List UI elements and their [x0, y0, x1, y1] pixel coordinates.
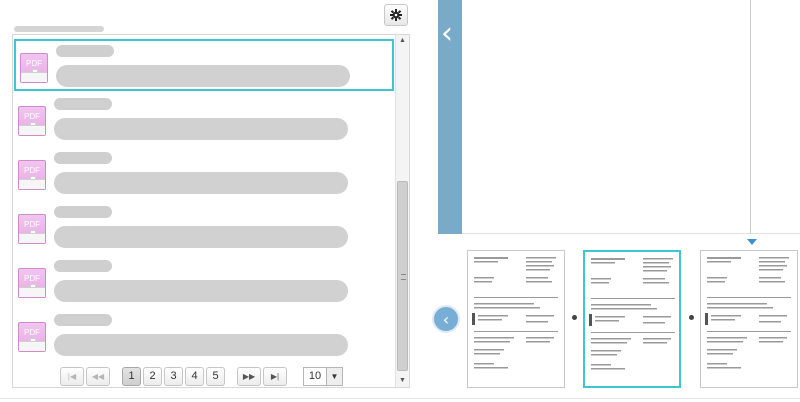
gear-icon	[390, 9, 402, 21]
pdf-icon-label: PDF	[24, 112, 40, 121]
list-scrollbar[interactable]: ▲ ▼	[395, 35, 409, 387]
thumbnails-previous-button[interactable]: ‹	[432, 305, 460, 333]
pdf-icon-label: PDF	[24, 274, 40, 283]
last-page-button[interactable]: ▶|	[263, 366, 287, 386]
list-item[interactable]: PDF	[14, 256, 394, 308]
page-size-select[interactable]: 10 ▼	[303, 366, 343, 386]
collapse-viewer-button[interactable]: ‹	[438, 0, 462, 234]
page-5-button[interactable]: 5	[206, 366, 225, 386]
redacted-title	[56, 45, 114, 57]
page-3-button[interactable]: 3	[164, 366, 183, 386]
redacted-description	[56, 65, 350, 87]
page-thumbnail-selected[interactable]	[583, 250, 681, 388]
redacted-title	[54, 152, 112, 164]
list-item[interactable]: PDF	[14, 94, 394, 146]
redacted-description	[54, 280, 348, 302]
next-page-button[interactable]: ▶▶	[237, 366, 261, 386]
chevron-left-icon: ‹	[441, 16, 453, 51]
document-page-preview	[472, 257, 558, 369]
viewer-divider	[750, 0, 751, 234]
pdf-file-icon: PDF	[18, 268, 46, 298]
list-item[interactable]: PDF	[14, 202, 394, 254]
page-thumbnail[interactable]	[467, 250, 565, 388]
page-1-button[interactable]: 1	[122, 366, 141, 386]
document-page-preview	[705, 257, 791, 369]
chevron-down-icon: ▼	[326, 367, 342, 385]
settings-button[interactable]	[384, 4, 408, 26]
pdf-icon-label: PDF	[26, 59, 42, 68]
list-header-partial	[14, 24, 104, 34]
current-thumbnail-marker-icon	[747, 239, 757, 245]
redacted-title	[54, 98, 112, 110]
pdf-file-icon: PDF	[18, 160, 46, 190]
page-thumbnail[interactable]	[700, 250, 798, 388]
redacted-description	[54, 226, 348, 248]
scroll-up-arrow-icon[interactable]: ▲	[396, 35, 409, 47]
pdf-file-icon: PDF	[18, 322, 46, 352]
list-item[interactable]: PDF	[14, 39, 394, 91]
bottom-divider	[0, 398, 800, 399]
chevron-left-icon: ‹	[442, 309, 450, 329]
pdf-icon-label: PDF	[24, 166, 40, 175]
document-list: PDF PDF PDF PDF PDF PDF	[13, 35, 395, 387]
pdf-file-icon: PDF	[18, 106, 46, 136]
thumbnail-separator	[689, 315, 694, 320]
list-item[interactable]: PDF	[14, 148, 394, 200]
redacted-title	[54, 260, 112, 272]
redacted-title	[54, 206, 112, 218]
pdf-file-icon: PDF	[18, 214, 46, 244]
app-window: PDF PDF PDF PDF PDF PDF ▲ ▼ |◀ ◀◀ 1 2 3 …	[0, 0, 800, 402]
first-page-button[interactable]: |◀	[60, 366, 84, 386]
thumbnail-separator	[572, 315, 577, 320]
page-4-button[interactable]: 4	[185, 366, 204, 386]
redacted-description	[54, 118, 348, 140]
document-list-panel: PDF PDF PDF PDF PDF PDF ▲ ▼	[12, 34, 410, 388]
page-2-button[interactable]: 2	[143, 366, 162, 386]
scrollbar-thumb[interactable]	[397, 181, 408, 371]
previous-page-button[interactable]: ◀◀	[86, 366, 110, 386]
pdf-icon-label: PDF	[24, 328, 40, 337]
scroll-down-arrow-icon[interactable]: ▼	[396, 375, 409, 387]
page-size-value: 10	[308, 370, 322, 382]
pdf-file-icon: PDF	[20, 53, 48, 83]
redacted-title	[54, 314, 112, 326]
redacted-description	[54, 172, 348, 194]
pdf-icon-label: PDF	[24, 220, 40, 229]
pagination: |◀ ◀◀ 1 2 3 4 5 ▶▶ ▶| 10 ▼	[60, 366, 343, 386]
redacted-description	[54, 334, 348, 356]
list-item[interactable]: PDF	[14, 310, 394, 362]
document-page-preview	[589, 258, 675, 370]
